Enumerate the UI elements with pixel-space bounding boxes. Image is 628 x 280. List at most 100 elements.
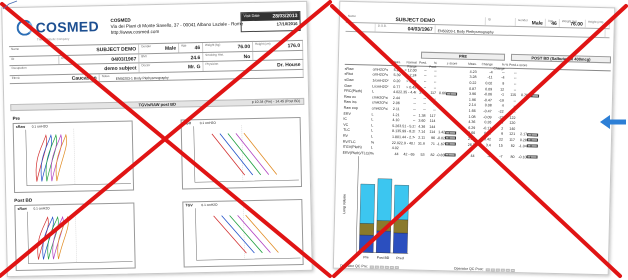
pre-meas: 4.02: [391, 146, 399, 151]
pre-percent-pred: 114: [429, 119, 436, 124]
bar-ic-1: [376, 178, 393, 221]
pre-normal-range: 3.51 - 5.21: [399, 123, 416, 129]
patient-bmi: 24.6: [190, 54, 201, 61]
pre-meas: 1.21: [392, 112, 400, 117]
pre-meas: 1.80: [391, 134, 400, 140]
row-unit: L: [371, 128, 374, 133]
post-percent-pred: --: [514, 76, 517, 81]
tgv-line: [227, 133, 262, 176]
height-label: Height (cm): [254, 41, 271, 46]
post-percent-change: 14: [499, 120, 504, 125]
zscore-bar-icon: [445, 131, 457, 135]
post-zscore: 0.28: [519, 138, 528, 143]
pre-pred: --: [423, 102, 426, 107]
post-change: 0.52: [484, 131, 492, 136]
cosmed-logo-icon: [16, 19, 33, 36]
pre-normal-range: --: [413, 96, 417, 101]
col-header: Normal Range: [406, 60, 417, 69]
patient-physician: Dr. House: [277, 61, 301, 69]
col-header: % Pred.: [429, 61, 437, 70]
plot-pre-tgv: TGV 0.1 cmH2O: [180, 116, 303, 190]
post-zscore-bar: [528, 93, 542, 98]
pre-meas: 4.02: [393, 90, 401, 95]
post-zscore: -1.04: [518, 143, 527, 148]
post-change: -0.06: [483, 92, 493, 97]
pre-meas: 5.26: [392, 123, 400, 128]
pre-pred: --: [423, 85, 427, 90]
post-percent-change: 15: [498, 143, 503, 148]
gender-label: Gender: [517, 18, 528, 23]
post-percent-pred: 115: [510, 93, 517, 98]
height-label: Height (cm): [587, 19, 604, 25]
col-header: Meas.: [392, 59, 401, 65]
pre-zscore: -1.67: [436, 141, 445, 146]
visit-date: 28/03/2013: [272, 13, 298, 20]
post-meas: 1.08: [468, 114, 476, 119]
post-change: -11: [487, 75, 493, 80]
tgv-line: [245, 214, 279, 253]
col-header: Pred.: [419, 60, 427, 65]
row-unit: L: [371, 112, 374, 117]
pre-meas: 2.44: [392, 95, 401, 100]
dob-label: D.O.B.: [61, 55, 71, 60]
plot-axes: [193, 126, 299, 183]
row-unit: cmH2O*s: [372, 67, 389, 72]
pre-normal-range: 2.35 - 4.46: [400, 90, 417, 95]
pre-percent-pred: 71: [430, 141, 435, 146]
patient-notes: EN50203-1 Body Plethysmography: [115, 75, 169, 81]
tgv-lines-svg: [193, 125, 299, 183]
bar-rv-2: [393, 232, 408, 254]
post-meas: 8.66: [468, 131, 476, 136]
qc-boxes: [485, 267, 515, 272]
pre-percent-pred: --: [433, 96, 436, 101]
row-parameter: TLC: [343, 128, 350, 133]
post-meas: 0.22: [469, 80, 477, 86]
row-parameter: Raw eop: [343, 105, 358, 111]
patient-sex: Male: [164, 45, 177, 52]
row-parameter: sGaw: [344, 77, 354, 83]
pre-pred: 2.11: [418, 135, 426, 140]
row-parameter: Raw ins: [343, 100, 357, 105]
dob-label: D.O.B.: [377, 23, 387, 28]
bar-erv-0: [359, 223, 375, 236]
post-zscore: -0.10: [518, 154, 527, 159]
post-zscore-bar: [526, 144, 541, 148]
post-percent-change: -22: [498, 115, 504, 120]
row-parameter: sRaw: [344, 66, 354, 71]
row-parameter: FRC(Pleth): [344, 88, 363, 94]
pre-zscore-bar: [444, 136, 459, 141]
section-time: p 10.34 (Pre) - 14.45 (Post BD): [251, 98, 301, 105]
patient-dob: 04/03/1967: [407, 25, 433, 33]
patient-age: 46: [194, 45, 201, 52]
pre-pred: 3.60: [418, 118, 426, 123]
pre-pred: 7.14: [418, 129, 426, 135]
zscore-bar-icon: [446, 92, 458, 96]
patient-age: 46: [551, 20, 557, 27]
pre-normal-range: --: [413, 113, 416, 118]
pre-pred: 31.9: [417, 141, 425, 146]
row-unit: %: [370, 139, 375, 145]
zscore-bar-icon: [444, 136, 457, 141]
pre-percent-pred: 114: [429, 130, 436, 135]
pre-meas: 5.21: [393, 67, 401, 72]
pre-pred: 53: [420, 152, 425, 157]
post-percent-change: --: [502, 70, 505, 75]
pre-pred: --: [423, 79, 427, 84]
zero-line: [75, 210, 77, 263]
zscore-bar-icon: [526, 155, 538, 159]
tgv-line: [235, 133, 270, 175]
doctor-label: Doctor: [141, 63, 151, 68]
row-parameter: Gaw: [344, 83, 352, 88]
group-post-header: POST BD (Salbutamol 400mcg): [510, 53, 612, 64]
patient-smoker: No: [243, 53, 251, 60]
row-unit: L: [371, 117, 374, 122]
row-parameter: RV: [342, 133, 349, 138]
plot-post-sraw: sRaw 0.1 cmH2O: [14, 202, 136, 271]
post-percent-pred: --: [513, 104, 516, 109]
header-notes: EN50203-1 Body Plethysmography: [437, 28, 494, 34]
zscore-bar-icon: [528, 94, 540, 98]
post-meas: 3.28: [469, 75, 477, 80]
zscore-bar-icon: [444, 142, 456, 146]
post-percent-pred: --: [513, 109, 516, 114]
post-meas: 1.66: [468, 108, 476, 113]
